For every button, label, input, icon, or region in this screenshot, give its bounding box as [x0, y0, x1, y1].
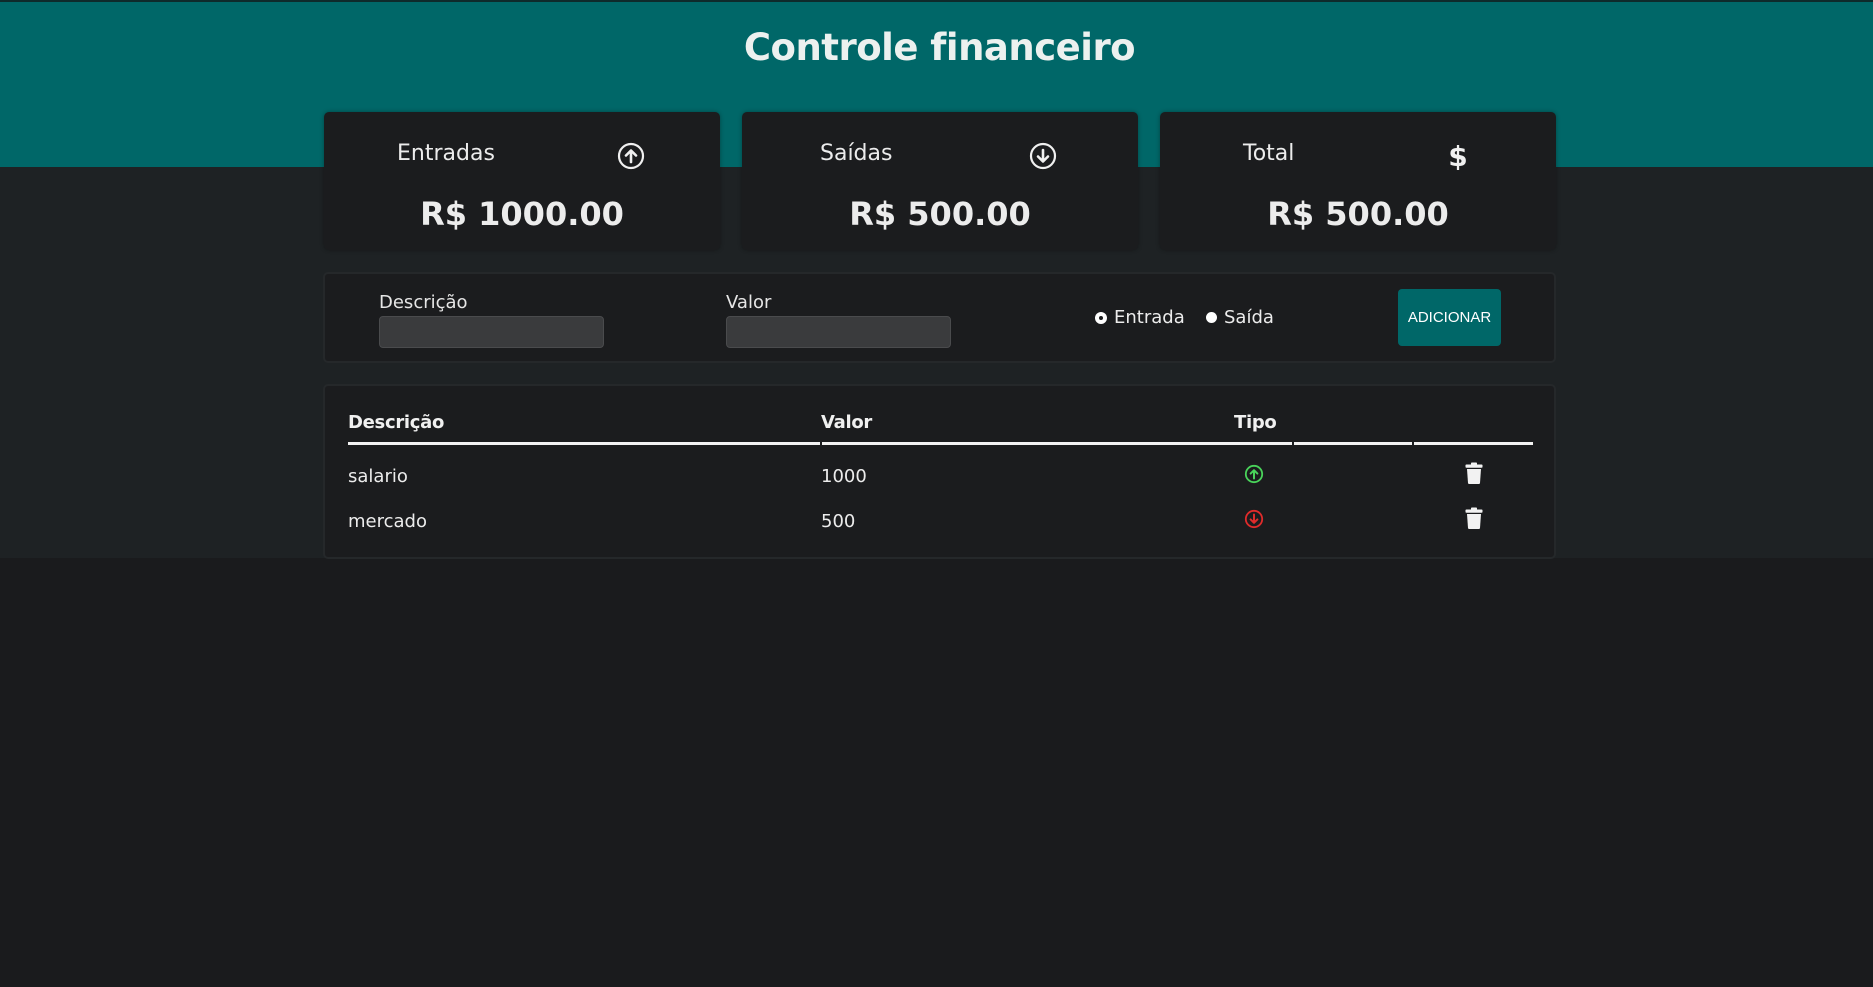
header-divider — [822, 442, 1292, 445]
svg-text:$: $ — [1448, 142, 1467, 170]
income-card-value: R$ 1000.00 — [420, 195, 624, 233]
trash-icon[interactable] — [1465, 507, 1483, 529]
page-title: Controle financeiro — [743, 26, 1136, 69]
header-divider — [348, 442, 820, 445]
arrow-down-circle-icon — [1029, 142, 1057, 170]
expense-card: Saídas R$ 500.00 — [742, 112, 1138, 250]
column-header-amount: Valor — [821, 412, 873, 433]
transaction-form: Descrição Valor Entrada Saída ADICIONAR — [323, 272, 1556, 363]
add-button[interactable]: ADICIONAR — [1398, 289, 1501, 346]
type-radio-income[interactable] — [1096, 313, 1106, 323]
header-divider — [1294, 442, 1412, 445]
income-card-label: Entradas — [397, 141, 495, 166]
trash-icon[interactable] — [1465, 462, 1483, 484]
amount-label: Valor — [726, 292, 772, 313]
description-label: Descrição — [379, 292, 468, 313]
total-card: Total $ R$ 500.00 — [1160, 112, 1556, 250]
column-header-description: Descrição — [348, 412, 445, 433]
total-card-value: R$ 500.00 — [1267, 195, 1449, 233]
expense-card-label: Saídas — [820, 141, 893, 166]
income-card: Entradas R$ 1000.00 — [324, 112, 720, 250]
column-header-type: Tipo — [1234, 412, 1277, 433]
row-description: salario — [348, 466, 408, 487]
arrow-up-circle-icon — [617, 142, 645, 170]
total-card-label: Total — [1243, 141, 1295, 166]
type-radio-expense[interactable] — [1206, 312, 1217, 323]
type-radio-income-label[interactable]: Entrada — [1114, 307, 1185, 328]
amount-input[interactable] — [726, 316, 951, 348]
row-amount: 500 — [821, 511, 856, 532]
arrow-down-circle-icon — [1244, 509, 1264, 529]
row-description: mercado — [348, 511, 427, 532]
row-amount: 1000 — [821, 466, 867, 487]
transactions-table: Descrição Valor Tipo salario 1000 mercad… — [323, 384, 1556, 559]
header-divider — [1414, 442, 1533, 445]
type-radio-expense-label[interactable]: Saída — [1224, 307, 1274, 328]
arrow-up-circle-icon — [1244, 464, 1264, 484]
expense-card-value: R$ 500.00 — [849, 195, 1031, 233]
description-input[interactable] — [379, 316, 604, 348]
dollar-icon: $ — [1448, 142, 1467, 170]
